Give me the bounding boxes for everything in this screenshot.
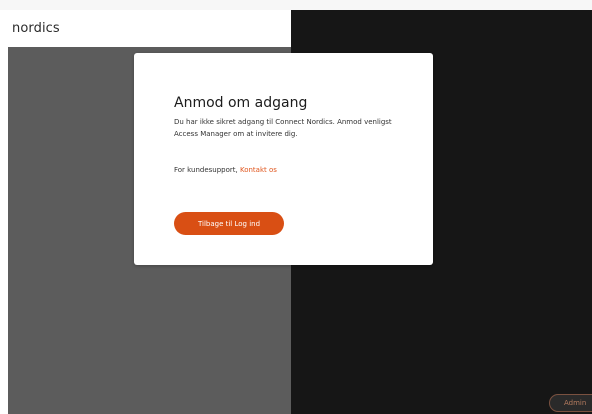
header-bar: nordics (8, 10, 291, 47)
left-margin (0, 10, 8, 414)
brand-name: nordics (12, 21, 60, 36)
contact-us-link[interactable]: Kontakt os (240, 166, 277, 174)
dialog-title: Anmod om adgang (174, 95, 308, 111)
dialog-message: Du har ikke sikret adgang til Connect No… (174, 118, 392, 138)
page: nordics Anmod om adgang Du har ikke sikr… (0, 0, 592, 414)
support-prefix: For kundesupport, (174, 166, 240, 174)
admin-button[interactable]: Admin (549, 394, 592, 412)
support-line: For kundesupport, Kontakt os (174, 165, 277, 175)
access-request-dialog: Anmod om adgang Du har ikke sikret adgan… (134, 53, 433, 265)
back-to-login-button[interactable]: Tilbage til Log ind (174, 212, 284, 235)
